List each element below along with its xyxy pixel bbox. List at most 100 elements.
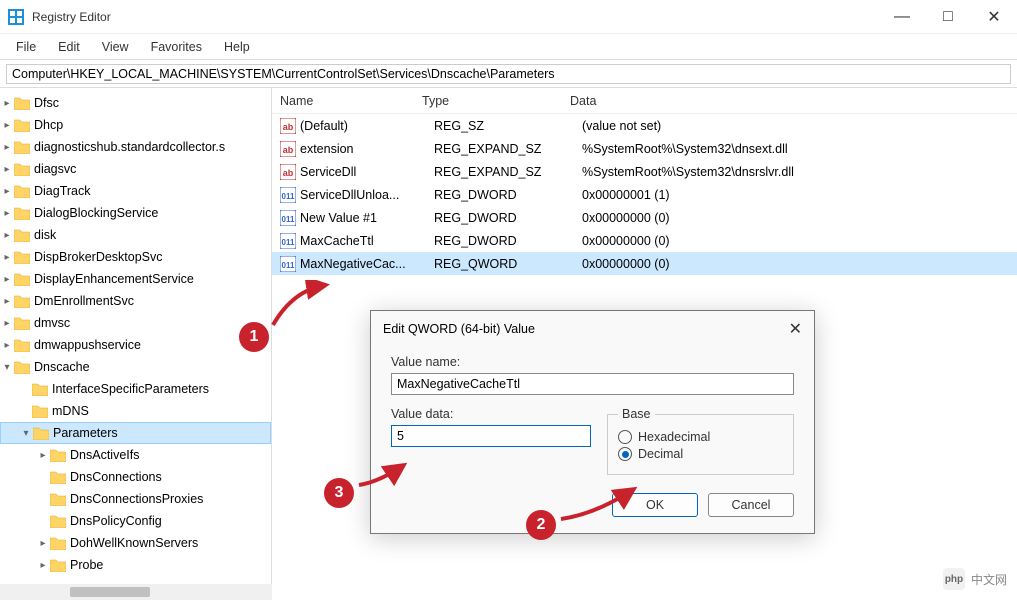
tree-caret-icon[interactable]: ▸ bbox=[36, 450, 50, 461]
tree-item-disk[interactable]: ▸disk bbox=[0, 224, 271, 246]
value-type: REG_DWORD bbox=[434, 188, 582, 202]
value-name: MaxCacheTtl bbox=[300, 234, 434, 248]
tree-scrollbar[interactable] bbox=[0, 584, 272, 600]
value-name: extension bbox=[300, 142, 434, 156]
tree-item-probe[interactable]: ▸ Probe bbox=[0, 554, 271, 576]
tree-caret-icon[interactable]: ▸ bbox=[36, 538, 50, 549]
scrollbar-thumb[interactable] bbox=[70, 587, 150, 597]
tree-pane[interactable]: ▸Dfsc▸Dhcp▸diagnosticshub.standardcollec… bbox=[0, 88, 272, 600]
tree-item-dmenrollmentsvc[interactable]: ▸DmEnrollmentSvc bbox=[0, 290, 271, 312]
titlebar: Registry Editor — □ ✕ bbox=[0, 0, 1017, 34]
value-name: MaxNegativeCac... bbox=[300, 257, 434, 271]
tree-item-dohwellknownservers[interactable]: ▸DohWellKnownServers bbox=[0, 532, 271, 554]
registry-value-row[interactable]: ab(Default)REG_SZ(value not set) bbox=[272, 114, 1017, 137]
value-name-input[interactable] bbox=[391, 373, 794, 395]
dialog-close-button[interactable]: ✕ bbox=[789, 319, 802, 339]
tree-caret-icon[interactable]: ▸ bbox=[0, 296, 14, 307]
tree-caret-icon[interactable]: ▸ bbox=[0, 164, 14, 175]
value-name: (Default) bbox=[300, 119, 434, 133]
tree-item-diagtrack[interactable]: ▸DiagTrack bbox=[0, 180, 271, 202]
value-type: REG_DWORD bbox=[434, 211, 582, 225]
cancel-button[interactable]: Cancel bbox=[708, 493, 794, 517]
tree-caret-icon[interactable]: ▾ bbox=[0, 362, 14, 373]
radio-icon bbox=[618, 430, 632, 444]
tree-label: InterfaceSpecificParameters bbox=[52, 382, 209, 396]
base-fieldset: Base Hexadecimal Decimal bbox=[607, 407, 794, 475]
menu-help[interactable]: Help bbox=[214, 37, 260, 57]
tree-caret-icon[interactable]: ▸ bbox=[0, 340, 14, 351]
tree-caret-icon[interactable]: ▸ bbox=[0, 208, 14, 219]
radio-icon-selected bbox=[618, 447, 632, 461]
address-input[interactable] bbox=[6, 64, 1011, 84]
tree-item-dnscache[interactable]: ▾Dnscache bbox=[0, 356, 271, 378]
tree-caret-icon[interactable]: ▸ bbox=[0, 98, 14, 109]
tree-item-dnsconnections[interactable]: DnsConnections bbox=[0, 466, 271, 488]
col-type[interactable]: Type bbox=[422, 94, 570, 108]
registry-value-row[interactable]: 011MaxCacheTtlREG_DWORD0x00000000 (0) bbox=[272, 229, 1017, 252]
tree-label: mDNS bbox=[52, 404, 89, 418]
tree-caret-icon[interactable]: ▸ bbox=[36, 560, 50, 571]
col-name[interactable]: Name bbox=[272, 94, 422, 108]
tree-caret-icon[interactable]: ▸ bbox=[0, 252, 14, 263]
registry-value-row[interactable]: abServiceDllREG_EXPAND_SZ%SystemRoot%\Sy… bbox=[272, 160, 1017, 183]
dialog-title: Edit QWORD (64-bit) Value bbox=[383, 322, 535, 336]
radio-hexadecimal[interactable]: Hexadecimal bbox=[618, 430, 783, 444]
tree-label: Probe bbox=[70, 558, 103, 572]
registry-value-row[interactable]: abextensionREG_EXPAND_SZ%SystemRoot%\Sys… bbox=[272, 137, 1017, 160]
value-name: ServiceDllUnloa... bbox=[300, 188, 434, 202]
value-type: REG_EXPAND_SZ bbox=[434, 142, 582, 156]
close-button[interactable]: ✕ bbox=[971, 0, 1017, 34]
tree-caret-icon[interactable]: ▸ bbox=[0, 230, 14, 241]
registry-value-row[interactable]: 011MaxNegativeCac...REG_QWORD0x00000000 … bbox=[272, 252, 1017, 275]
tree-caret-icon[interactable]: ▸ bbox=[0, 186, 14, 197]
svg-text:ab: ab bbox=[283, 168, 294, 178]
tree-item-dnsconnectionsproxies[interactable]: DnsConnectionsProxies bbox=[0, 488, 271, 510]
svg-text:ab: ab bbox=[283, 145, 294, 155]
value-data: 0x00000001 (1) bbox=[582, 188, 1017, 202]
tree-item-diagsvc[interactable]: ▸diagsvc bbox=[0, 158, 271, 180]
watermark: php 中文网 bbox=[943, 568, 1007, 590]
tree-label: dmvsc bbox=[34, 316, 70, 330]
list-header[interactable]: Name Type Data bbox=[272, 88, 1017, 114]
tree-caret-icon[interactable]: ▾ bbox=[19, 428, 33, 439]
minimize-button[interactable]: — bbox=[879, 0, 925, 34]
svg-text:ab: ab bbox=[283, 122, 294, 132]
menu-file[interactable]: File bbox=[6, 37, 46, 57]
tree-item-dispbrokerdesktopsvc[interactable]: ▸DispBrokerDesktopSvc bbox=[0, 246, 271, 268]
registry-value-row[interactable]: 011ServiceDllUnloa...REG_DWORD0x00000001… bbox=[272, 183, 1017, 206]
tree-item-dialogblockingservice[interactable]: ▸DialogBlockingService bbox=[0, 202, 271, 224]
window-title: Registry Editor bbox=[32, 10, 879, 24]
value-type: REG_EXPAND_SZ bbox=[434, 165, 582, 179]
tree-caret-icon[interactable]: ▸ bbox=[0, 318, 14, 329]
menu-view[interactable]: View bbox=[92, 37, 139, 57]
watermark-logo: php bbox=[943, 568, 965, 590]
tree-label: DisplayEnhancementService bbox=[34, 272, 194, 286]
value-type: REG_QWORD bbox=[434, 257, 582, 271]
tree-item-diagnosticshub-standardcollector-s[interactable]: ▸diagnosticshub.standardcollector.s bbox=[0, 136, 271, 158]
radio-decimal[interactable]: Decimal bbox=[618, 447, 783, 461]
tree-label: DnsConnections bbox=[70, 470, 162, 484]
tree-item-dnspolicyconfig[interactable]: DnsPolicyConfig bbox=[0, 510, 271, 532]
menu-edit[interactable]: Edit bbox=[48, 37, 90, 57]
menu-favorites[interactable]: Favorites bbox=[141, 37, 212, 57]
tree-caret-icon[interactable]: ▸ bbox=[0, 274, 14, 285]
tree-item-dmvsc[interactable]: ▸ dmvsc bbox=[0, 312, 271, 334]
tree-item-dhcp[interactable]: ▸Dhcp bbox=[0, 114, 271, 136]
maximize-button[interactable]: □ bbox=[925, 0, 971, 34]
tree-item-interfacespecificparameters[interactable]: InterfaceSpecificParameters bbox=[0, 378, 271, 400]
annotation-badge-2: 2 bbox=[526, 510, 556, 540]
value-data-label: Value data: bbox=[391, 407, 591, 421]
value-name: ServiceDll bbox=[300, 165, 434, 179]
tree-caret-icon[interactable]: ▸ bbox=[0, 120, 14, 131]
tree-item-parameters[interactable]: ▾Parameters bbox=[0, 422, 271, 444]
value-data-input[interactable] bbox=[391, 425, 591, 447]
tree-item-displayenhancementservice[interactable]: ▸ DisplayEnhancementService bbox=[0, 268, 271, 290]
registry-value-row[interactable]: 011New Value #1REG_DWORD0x00000000 (0) bbox=[272, 206, 1017, 229]
tree-item-dnsactiveifs[interactable]: ▸DnsActiveIfs bbox=[0, 444, 271, 466]
base-legend: Base bbox=[618, 407, 655, 421]
tree-item-mdns[interactable]: mDNS bbox=[0, 400, 271, 422]
tree-item-dfsc[interactable]: ▸Dfsc bbox=[0, 92, 271, 114]
tree-item-dmwappushservice[interactable]: ▸dmwappushservice bbox=[0, 334, 271, 356]
tree-caret-icon[interactable]: ▸ bbox=[0, 142, 14, 153]
col-data[interactable]: Data bbox=[570, 94, 1017, 108]
